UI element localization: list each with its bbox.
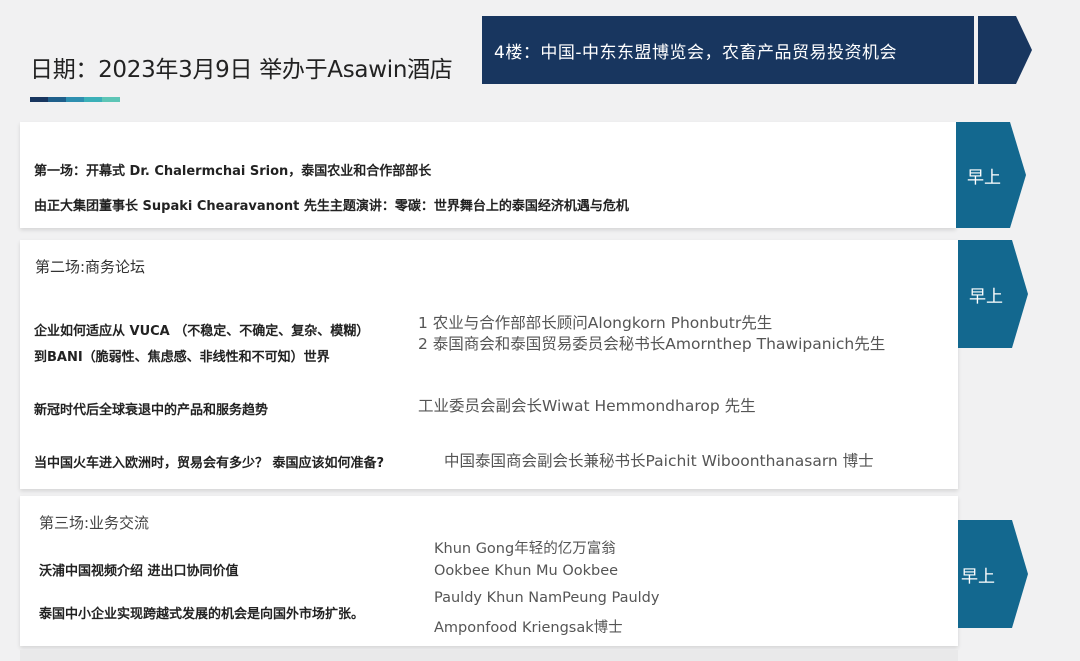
topic-text: 到BANI（脆弱性、焦虑感、非线性和不可知）世界 xyxy=(34,350,330,365)
floor-banner: 4楼：中国-中东东盟博览会，农畜产品贸易投资机会 xyxy=(482,16,974,84)
topic-text: 沃浦中国视频介绍 进出口协同价值 xyxy=(39,564,239,579)
session-1-line-2: 由正大集团董事长 Supaki Chearavanont 先生主题演讲：零碳：世… xyxy=(34,199,629,214)
next-card-edge xyxy=(20,650,958,661)
topic-text: 泰国中小企业实现跨越式发展的机会是向国外市场扩张。 xyxy=(39,607,365,622)
session-2-time-label: 早上 xyxy=(969,286,1003,307)
session-1-time-tag: 早上 xyxy=(956,122,1026,228)
session-1-line-1: 第一场：开幕式 Dr. Chalermchai Srion，泰国农业和合作部部长 xyxy=(34,164,432,179)
speaker-text: 中国泰国商会副会长兼秘书长Paichit Wiboonthanasarn 博士 xyxy=(444,452,874,470)
session-2-title: 第二场:商务论坛 xyxy=(35,258,146,276)
session-1-card: 第一场：开幕式 Dr. Chalermchai Srion，泰国农业和合作部部长… xyxy=(20,122,956,228)
session-3-card: 第三场:业务交流 沃浦中国视频介绍 进出口协同价值 泰国中小企业实现跨越式发展的… xyxy=(20,496,958,646)
speaker-text: 1 农业与合作部部长顾问Alongkorn Phonbutr先生 xyxy=(418,314,773,332)
speaker-text: Khun Gong年轻的亿万富翁 xyxy=(434,541,616,557)
speaker-text: Amponfood Kriengsak博士 xyxy=(434,620,623,636)
session-2-time-tag: 早上 xyxy=(958,240,1028,348)
speaker-text: 工业委员会副会长Wiwat Hemmondharop 先生 xyxy=(418,397,756,415)
page-title: 日期：2023年3月9日 举办于Asawin酒店 xyxy=(30,57,453,83)
title-accent-line xyxy=(30,97,120,102)
speaker-text: Pauldy Khun NamPeung Pauldy xyxy=(434,590,660,606)
chevron-arrow-icon xyxy=(978,16,1032,84)
session-1-time-label: 早上 xyxy=(967,167,1001,188)
topic-text: 企业如何适应从 VUCA （不稳定、不确定、复杂、模糊） xyxy=(34,324,370,339)
session-3-time-tag: 早上 xyxy=(958,520,1028,628)
session-2-card: 第二场:商务论坛 企业如何适应从 VUCA （不稳定、不确定、复杂、模糊） 到B… xyxy=(20,240,958,489)
topic-text: 新冠时代后全球衰退中的产品和服务趋势 xyxy=(34,403,269,418)
session-3-time-label: 早上 xyxy=(961,566,995,587)
session-3-title: 第三场:业务交流 xyxy=(39,514,150,532)
topic-text: 当中国火车进入欧洲时，贸易会有多少？ 泰国应该如何准备? xyxy=(34,456,385,471)
speaker-text: Ookbee Khun Mu Ookbee xyxy=(434,563,619,579)
speaker-text: 2 泰国商会和泰国贸易委员会秘书长Amornthep Thawipanich先生 xyxy=(418,335,886,353)
